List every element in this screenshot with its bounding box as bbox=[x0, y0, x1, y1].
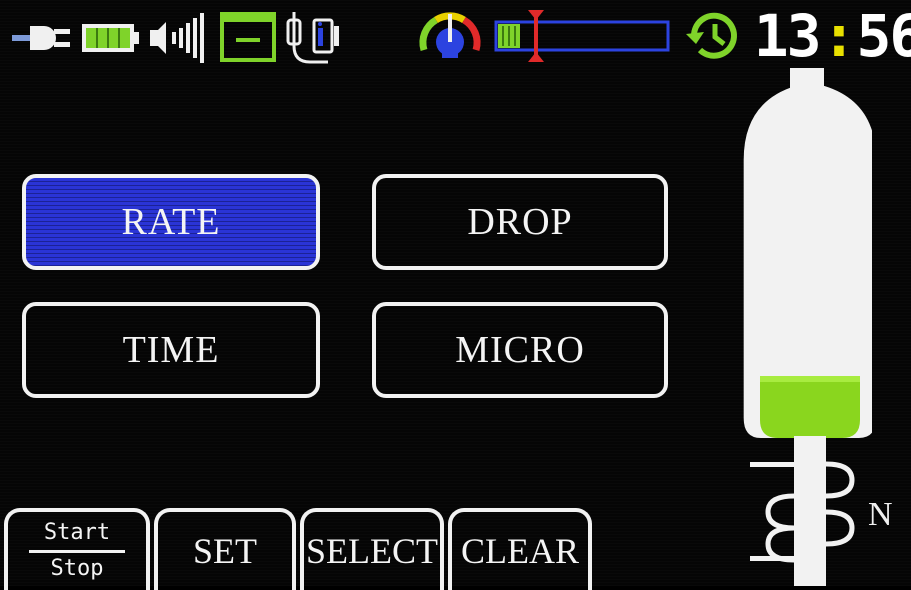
rate-button-label: RATE bbox=[121, 201, 221, 243]
volume-icon bbox=[150, 13, 204, 63]
drip-chamber-graphic bbox=[743, 68, 872, 586]
start-stop-button[interactable]: Start Stop bbox=[4, 508, 150, 590]
time-button-label: TIME bbox=[122, 329, 220, 371]
box-icon bbox=[220, 12, 276, 62]
occlusion-bar-icon bbox=[494, 10, 670, 62]
clock-hours: 13 bbox=[753, 2, 822, 70]
drop-button[interactable]: DROP bbox=[372, 174, 668, 270]
rate-button[interactable]: RATE bbox=[22, 174, 320, 270]
sensor-icon bbox=[286, 12, 339, 64]
start-stop-divider bbox=[29, 550, 125, 553]
select-button[interactable]: SELECT bbox=[300, 508, 444, 590]
drop-button-label: DROP bbox=[467, 201, 573, 243]
stop-label: Stop bbox=[50, 556, 104, 581]
clock-minutes: 56 bbox=[856, 2, 911, 70]
history-clock-icon bbox=[686, 12, 737, 59]
micro-button-label: MICRO bbox=[455, 329, 585, 371]
clear-button-label: CLEAR bbox=[460, 531, 579, 571]
select-button-label: SELECT bbox=[306, 531, 438, 571]
pump-screen: 13:56 RATE DROP TIME MICRO N Start Stop … bbox=[0, 0, 911, 590]
start-label: Start bbox=[43, 520, 111, 545]
set-button-label: SET bbox=[192, 531, 257, 571]
clock-separator: : bbox=[821, 2, 857, 70]
clear-button[interactable]: CLEAR bbox=[448, 508, 592, 590]
micro-button[interactable]: MICRO bbox=[372, 302, 668, 398]
time-button[interactable]: TIME bbox=[22, 302, 320, 398]
drip-unit-label: N bbox=[868, 496, 893, 533]
set-button[interactable]: SET bbox=[154, 508, 296, 590]
status-bar: 13:56 bbox=[0, 0, 911, 72]
battery-icon bbox=[82, 24, 139, 52]
plug-icon bbox=[12, 26, 70, 50]
pressure-gauge-icon bbox=[419, 12, 481, 58]
clock-display: 13:56 bbox=[754, 2, 911, 70]
